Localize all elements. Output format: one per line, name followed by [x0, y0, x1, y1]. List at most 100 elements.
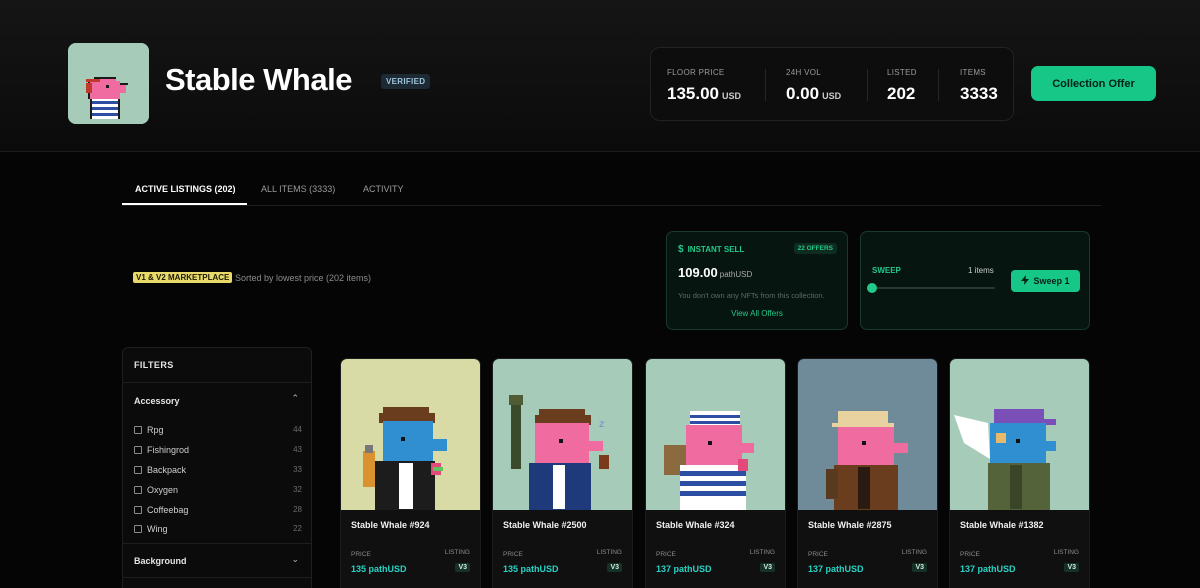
- nft-image[interactable]: [950, 359, 1089, 510]
- sweep-panel: SWEEP 1 items Sweep 1: [860, 231, 1090, 330]
- chevron-down-icon[interactable]: ⌄: [291, 554, 299, 565]
- view-all-offers-link[interactable]: View All Offers: [667, 309, 847, 318]
- stat-divider: [867, 69, 868, 101]
- nft-price: 135 pathUSD: [503, 564, 559, 574]
- nft-name: Stable Whale #2875: [808, 520, 892, 530]
- chevron-up-icon[interactable]: ⌃: [291, 393, 299, 404]
- filters-title: FILTERS: [134, 360, 174, 370]
- sort-description: Sorted by lowest price (202 items): [235, 273, 372, 283]
- vol-value: 0.00 USD: [786, 84, 842, 103]
- filter-option-backpack[interactable]: Backpack 33: [134, 464, 302, 478]
- filters-panel: FILTERS Accessory ⌃ Rpg 44 Fishingrod 43…: [122, 347, 312, 588]
- sweep-slider-track[interactable]: [872, 287, 995, 289]
- listing-label: LISTING: [444, 549, 470, 556]
- tabs-bar: ACTIVE LISTINGS (202) ALL ITEMS (3333) A…: [122, 176, 1101, 206]
- filter-section-accessory[interactable]: Accessory: [134, 396, 180, 406]
- filter-label: Wing: [147, 524, 168, 534]
- floor-price-label: FLOOR PRICE: [667, 68, 725, 77]
- nft-card[interactable]: Stable Whale #324 PRICE LISTING 137 path…: [645, 358, 786, 588]
- listed-label: LISTED: [887, 68, 917, 77]
- filter-count: 32: [293, 485, 302, 494]
- checkbox[interactable]: [134, 525, 142, 533]
- price-label: PRICE: [808, 551, 828, 558]
- filter-option-wing[interactable]: Wing 22: [134, 523, 302, 537]
- marketplace-badge: V1 & V2 MARKETPLACE: [133, 272, 233, 283]
- sweep-title: SWEEP: [872, 266, 901, 275]
- filter-label: Oxygen: [147, 485, 179, 495]
- checkbox[interactable]: [134, 426, 142, 434]
- nft-name: Stable Whale #2500: [503, 520, 587, 530]
- nft-image[interactable]: [798, 359, 937, 510]
- price-label: PRICE: [960, 551, 980, 558]
- nft-price: 137 pathUSD: [656, 564, 712, 574]
- nft-card[interactable]: Stable Whale #2875 PRICE LISTING 137 pat…: [797, 358, 938, 588]
- instant-sell-panel: $ INSTANT SELL 22 OFFERS 109.00 pathUSD Yo…: [666, 231, 848, 330]
- price-label: PRICE: [351, 551, 371, 558]
- nft-image[interactable]: z: [493, 359, 632, 510]
- filter-count: 43: [293, 445, 302, 454]
- items-label: ITEMS: [960, 68, 986, 77]
- listing-version-badge: V3: [607, 563, 622, 572]
- nft-name: Stable Whale #324: [656, 520, 735, 530]
- filter-label: Backpack: [147, 465, 187, 475]
- divider: [123, 543, 311, 544]
- nft-price: 135 pathUSD: [351, 564, 407, 574]
- listing-version-badge: V3: [760, 563, 775, 572]
- nft-price: 137 pathUSD: [808, 564, 864, 574]
- filter-label: Fishingrod: [147, 445, 190, 455]
- checkbox[interactable]: [134, 506, 142, 514]
- tab-activity[interactable]: ACTIVITY: [363, 184, 404, 194]
- nft-image[interactable]: [646, 359, 785, 510]
- tab-active-listings[interactable]: ACTIVE LISTINGS (202): [135, 184, 236, 194]
- collection-offer-button[interactable]: Collection Offer: [1031, 66, 1156, 101]
- listing-version-badge: V3: [1064, 563, 1079, 572]
- floor-price-value: 135.00 USD: [667, 84, 742, 103]
- nft-name: Stable Whale #924: [351, 520, 430, 530]
- stat-divider: [765, 69, 766, 101]
- listing-label: LISTING: [749, 549, 775, 556]
- listing-version-badge: V3: [455, 563, 470, 572]
- collection-avatar: [68, 43, 149, 124]
- verified-badge: VERIFIED: [381, 74, 431, 89]
- nft-card[interactable]: z Stable Whale #2500 PRICE LISTING 135 p…: [492, 358, 633, 588]
- filter-option-rpg[interactable]: Rpg 44: [134, 424, 302, 438]
- instant-sell-price: 109.00 pathUSD: [678, 265, 753, 280]
- nft-image[interactable]: [341, 359, 480, 510]
- sweep-button[interactable]: Sweep 1: [1011, 270, 1080, 292]
- items-value: 3333: [960, 84, 998, 103]
- collection-header: Stable Whale VERIFIED FLOOR PRICE 135.00…: [0, 0, 1200, 152]
- dollar-icon: $: [678, 244, 684, 255]
- sweep-count: 1 items: [968, 266, 994, 275]
- stats-panel: FLOOR PRICE 135.00 USD 24H VOL 0.00 USD LI…: [650, 47, 1014, 121]
- instant-sell-title: $ INSTANT SELL: [678, 244, 745, 255]
- checkbox[interactable]: [134, 446, 142, 454]
- listing-label: LISTING: [901, 549, 927, 556]
- stat-divider: [938, 69, 939, 101]
- offers-count-badge: 22 OFFERS: [793, 243, 837, 254]
- price-label: PRICE: [503, 551, 523, 558]
- vol-label: 24H VOL: [786, 68, 822, 77]
- nft-card[interactable]: Stable Whale #924 PRICE LISTING 135 path…: [340, 358, 481, 588]
- nft-price: 137 pathUSD: [960, 564, 1016, 574]
- filter-count: 28: [293, 505, 302, 514]
- nft-card[interactable]: Stable Whale #1382 PRICE LISTING 137 pat…: [949, 358, 1090, 588]
- filter-label: Rpg: [147, 425, 164, 435]
- filter-option-coffeebag[interactable]: Coffeebag 28: [134, 504, 302, 518]
- listed-value: 202: [887, 84, 916, 103]
- filter-option-fishingrod[interactable]: Fishingrod 43: [134, 444, 302, 458]
- bolt-icon: [1021, 275, 1030, 287]
- checkbox[interactable]: [134, 466, 142, 474]
- filter-section-background[interactable]: Background: [134, 556, 187, 566]
- price-label: PRICE: [656, 551, 676, 558]
- tab-all-items[interactable]: ALL ITEMS (3333): [261, 184, 335, 194]
- filter-label: Coffeebag: [147, 505, 189, 515]
- listing-label: LISTING: [596, 549, 622, 556]
- filter-option-oxygen[interactable]: Oxygen 32: [134, 484, 302, 498]
- nft-name: Stable Whale #1382: [960, 520, 1044, 530]
- filter-count: 22: [293, 524, 302, 533]
- listing-label: LISTING: [1053, 549, 1079, 556]
- divider: [123, 577, 311, 578]
- sweep-slider-thumb[interactable]: [867, 283, 877, 293]
- filter-count: 44: [293, 425, 302, 434]
- checkbox[interactable]: [134, 486, 142, 494]
